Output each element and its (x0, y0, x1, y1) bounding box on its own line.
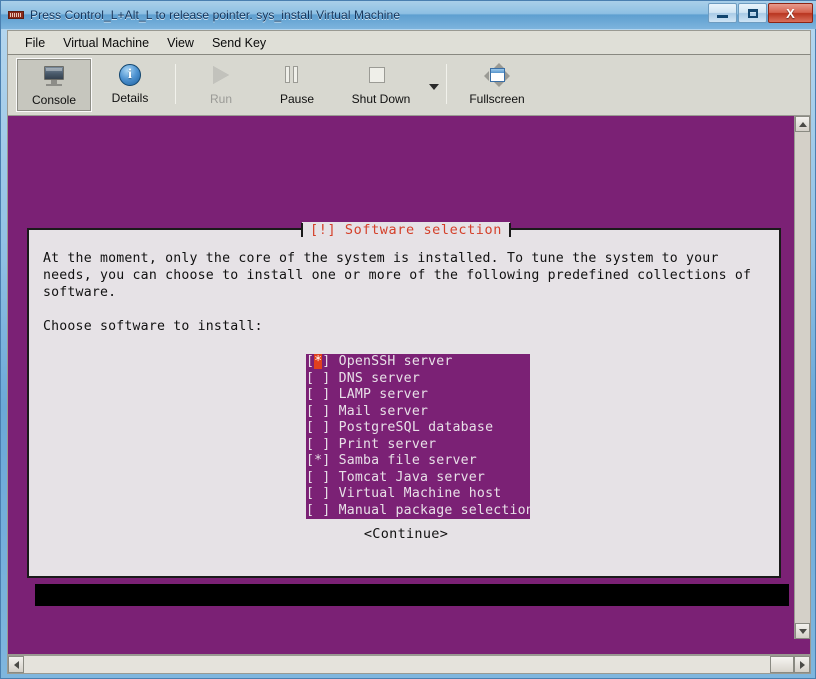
dialog-spacer (29, 301, 779, 318)
list-item[interactable]: [ ] Virtual Machine host (306, 486, 530, 503)
window-controls: X (707, 3, 813, 23)
toolbar-button-run[interactable]: Run (183, 58, 259, 112)
list-item-label: Samba file server (339, 453, 477, 468)
virt-manager-window: Press Control_L+Alt_L to release pointer… (0, 0, 816, 679)
minimize-button[interactable] (708, 3, 737, 23)
toolbar-label-console: Console (32, 93, 76, 107)
window-title: Press Control_L+Alt_L to release pointer… (30, 8, 400, 22)
list-item-label: Virtual Machine host (339, 486, 502, 501)
list-item[interactable]: [ ] DNS server (306, 371, 530, 388)
menu-bar: File Virtual Machine View Send Key (7, 30, 811, 54)
toolbar-separator-2 (446, 64, 447, 104)
dialog-title-row: [!] Software selection (29, 221, 783, 239)
toolbar-button-shutdown[interactable]: Shut Down (335, 58, 427, 112)
list-item-label: Tomcat Java server (339, 470, 486, 485)
stop-square-icon (369, 63, 393, 87)
toolbar-label-shutdown: Shut Down (352, 92, 411, 106)
list-item[interactable]: [ ] LAMP server (306, 387, 530, 404)
scroll-right-arrow-icon (800, 661, 805, 669)
horizontal-scrollbar[interactable] (7, 655, 811, 674)
list-item[interactable]: [ ] Tomcat Java server (306, 470, 530, 487)
scroll-left-button[interactable] (8, 656, 24, 673)
toolbar-button-details[interactable]: i Details (92, 58, 168, 112)
list-item-label: Mail server (339, 404, 429, 419)
toolbar-label-fullscreen: Fullscreen (469, 92, 524, 106)
list-item-label: LAMP server (339, 387, 429, 402)
console-blank-bar (35, 584, 789, 606)
chevron-down-icon[interactable] (429, 84, 439, 90)
fullscreen-icon (484, 63, 510, 87)
title-bar: Press Control_L+Alt_L to release pointer… (1, 1, 816, 29)
list-item-label: OpenSSH server (339, 354, 453, 369)
list-item-label: Manual package selection (339, 503, 534, 518)
scroll-left-arrow-icon (14, 661, 19, 669)
software-selection-dialog: [!] Software selection At the moment, on… (27, 228, 781, 578)
software-list[interactable]: [*] OpenSSH server [ ] DNS server [ ] LA… (306, 354, 530, 519)
toolbar-label-run: Run (210, 92, 232, 106)
dialog-prompt: Choose software to install: (29, 318, 779, 335)
toolbar-label-pause: Pause (280, 92, 314, 106)
vm-console-screen[interactable]: [!] Software selection At the moment, on… (8, 116, 796, 639)
menu-item-send-key[interactable]: Send Key (203, 34, 275, 52)
menu-item-view[interactable]: View (158, 34, 203, 52)
list-item[interactable]: [ ] Print server (306, 437, 530, 454)
monitor-icon (42, 64, 66, 88)
keyboard-icon (8, 9, 24, 21)
list-item[interactable]: [*] Samba file server (306, 453, 530, 470)
continue-button[interactable]: <Continue> (29, 526, 783, 542)
toolbar-separator-1 (175, 64, 176, 104)
scroll-up-arrow-icon (799, 122, 807, 127)
console-viewport: [!] Software selection At the moment, on… (7, 116, 811, 655)
hscroll-track[interactable] (24, 656, 770, 673)
scroll-up-button[interactable] (795, 116, 810, 132)
scroll-down-arrow-icon (799, 629, 807, 634)
menu-item-file[interactable]: File (16, 34, 54, 52)
list-item[interactable]: [*] OpenSSH server (306, 354, 530, 371)
maximize-button[interactable] (738, 3, 767, 23)
toolbar-button-pause[interactable]: Pause (259, 58, 335, 112)
list-item[interactable]: [ ] PostgreSQL database (306, 420, 530, 437)
dialog-title: [!] Software selection (302, 222, 510, 238)
play-icon (209, 63, 233, 87)
dialog-paragraph: At the moment, only the core of the syst… (29, 230, 779, 301)
list-item-label: DNS server (339, 371, 420, 386)
toolbar-label-details: Details (112, 91, 149, 105)
list-item[interactable]: [ ] Manual package selection (306, 503, 530, 520)
scroll-right-button[interactable] (794, 656, 810, 673)
list-item[interactable]: [ ] Mail server (306, 404, 530, 421)
info-icon: i (119, 64, 141, 86)
list-item-label: PostgreSQL database (339, 420, 494, 435)
list-item-label: Print server (339, 437, 437, 452)
vertical-scrollbar[interactable] (794, 116, 810, 639)
scroll-down-button[interactable] (795, 623, 810, 639)
pause-icon (285, 63, 309, 87)
toolbar-button-console[interactable]: Console (16, 58, 92, 112)
toolbar: Console i Details Run Pause Shut Down (7, 54, 811, 116)
menu-item-virtual-machine[interactable]: Virtual Machine (54, 34, 158, 52)
close-button[interactable]: X (768, 3, 813, 23)
toolbar-button-fullscreen[interactable]: Fullscreen (454, 58, 540, 112)
hscroll-thumb[interactable] (770, 656, 794, 673)
